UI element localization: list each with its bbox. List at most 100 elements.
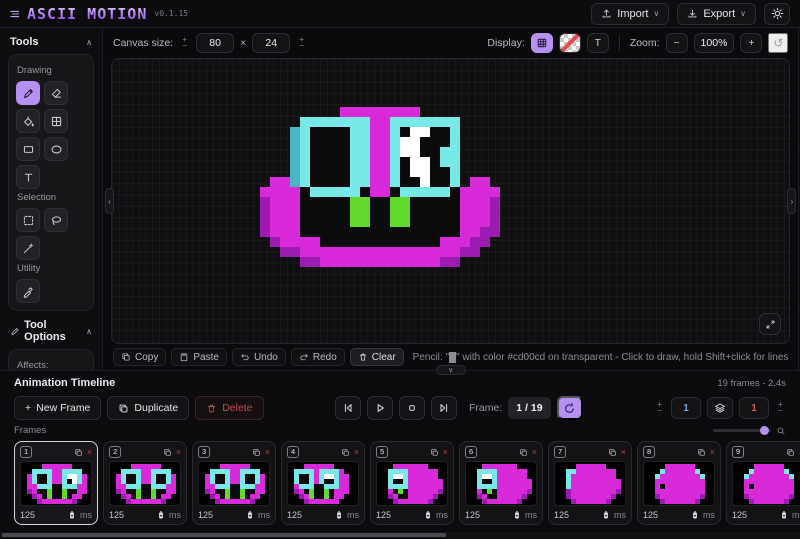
last-frame-button[interactable] [431,396,457,420]
duration-timer-icon[interactable] [334,509,344,521]
frame-card-3[interactable]: 3×125ms [192,441,276,525]
pencil-tool[interactable] [16,81,40,105]
height-stepper[interactable]: +− [296,37,307,49]
text-tool[interactable] [16,165,40,189]
new-frame-button[interactable]: + New Frame [14,396,101,420]
collapse-timeline-handle[interactable]: ∨ [436,365,466,375]
delete-frame-icon[interactable]: × [443,448,448,457]
frame-card-1[interactable]: 1×125ms [14,441,98,525]
frame-duration-input[interactable]: 125 [198,510,213,520]
duration-timer-icon[interactable] [156,509,166,521]
scrollbar-thumb[interactable] [2,533,446,537]
canvas-height-input[interactable]: 24 [252,33,290,53]
frame-duration-input[interactable]: 125 [554,510,569,520]
delete-frame-icon[interactable]: × [87,448,92,457]
transparency-display-toggle[interactable] [559,33,581,53]
eraser-tool[interactable] [44,81,68,105]
frame-card-2[interactable]: 2×125ms [103,441,187,525]
stop-button[interactable] [399,396,425,420]
fill-area-tool[interactable] [44,109,68,133]
zoom-reset-button[interactable]: ↺ [768,33,788,53]
redo-button[interactable]: Redo [291,348,345,366]
onion-prev-count[interactable]: 1 [671,397,701,419]
delete-frame-icon[interactable]: × [532,448,537,457]
frame-thumbnail[interactable] [376,461,448,506]
frame-duration-input[interactable]: 125 [20,510,35,520]
onion-next-count[interactable]: 1 [739,397,769,419]
frame-duration-input[interactable]: 125 [465,510,480,520]
frame-card-9[interactable]: 9×125ms [726,441,800,525]
onion-prev-stepper[interactable]: +− [654,402,665,414]
duplicate-frame-icon[interactable] [74,448,83,457]
export-button[interactable]: Export ∨ [677,3,756,25]
play-button[interactable] [367,396,393,420]
grid-display-toggle[interactable] [531,33,553,53]
duplicate-frame-icon[interactable] [608,448,617,457]
paste-button[interactable]: Paste [171,348,227,366]
width-stepper[interactable]: +− [179,37,190,49]
delete-frame-icon[interactable]: × [710,448,715,457]
ellipse-tool[interactable] [44,137,68,161]
frame-duration-input[interactable]: 125 [376,510,391,520]
frame-duration-input[interactable]: 125 [732,510,747,520]
frame-thumbnail[interactable] [732,461,800,506]
delete-frame-icon[interactable]: × [621,448,626,457]
rectangle-tool[interactable] [16,137,40,161]
zoom-in-button[interactable]: + [740,33,762,53]
frame-card-6[interactable]: 6×125ms [459,441,543,525]
frame-thumbnail[interactable] [554,461,626,506]
frame-duration-input[interactable]: 125 [287,510,302,520]
frame-card-7[interactable]: 7×125ms [548,441,632,525]
drawing-canvas[interactable] [111,58,790,344]
onion-next-stepper[interactable]: +− [775,402,786,414]
first-frame-button[interactable] [335,396,361,420]
delete-frame-icon[interactable]: × [265,448,270,457]
frame-duration-input[interactable]: 125 [109,510,124,520]
duration-timer-icon[interactable] [779,509,789,521]
delete-frame-button[interactable]: Delete [195,396,263,420]
duplicate-frame-icon[interactable] [697,448,706,457]
duplicate-frame-button[interactable]: Duplicate [107,396,189,420]
canvas-width-input[interactable]: 80 [196,33,234,53]
onion-skin-button[interactable] [707,397,733,419]
duration-timer-icon[interactable] [245,509,255,521]
duplicate-frame-icon[interactable] [786,448,795,457]
frames-scrollbar[interactable] [0,532,800,538]
slider-thumb[interactable] [760,426,769,435]
delete-frame-icon[interactable]: × [354,448,359,457]
frame-thumbnail[interactable] [643,461,715,506]
loop-toggle-button[interactable] [557,396,583,420]
frame-card-4[interactable]: 4×125ms [281,441,365,525]
fullscreen-canvas-button[interactable] [759,313,781,335]
eyedropper-tool[interactable] [16,279,40,303]
duration-timer-icon[interactable] [423,509,433,521]
paint-bucket-tool[interactable] [16,109,40,133]
frame-card-8[interactable]: 8×125ms [637,441,721,525]
duplicate-frame-icon[interactable] [341,448,350,457]
duplicate-frame-icon[interactable] [252,448,261,457]
tool-options-header[interactable]: Tool Options ∧ [0,311,102,349]
duplicate-frame-icon[interactable] [519,448,528,457]
import-button[interactable]: Import ∨ [591,3,669,25]
tools-header[interactable]: Tools ∧ [0,28,102,54]
character-display-toggle[interactable]: T [587,33,609,53]
zoom-out-button[interactable]: − [666,33,688,53]
collapse-right-panel-handle[interactable]: › [787,188,796,214]
frame-thumbnail[interactable] [287,461,359,506]
magic-wand-tool[interactable] [16,236,40,260]
clear-button[interactable]: Clear [350,348,404,366]
frame-card-5[interactable]: 5×125ms [370,441,454,525]
duration-timer-icon[interactable] [601,509,611,521]
frame-duration-input[interactable]: 125 [643,510,658,520]
collapse-left-panel-handle[interactable]: ‹ [105,188,114,214]
duplicate-frame-icon[interactable] [430,448,439,457]
duration-timer-icon[interactable] [67,509,77,521]
undo-button[interactable]: Undo [232,348,286,366]
frame-thumbnail[interactable] [20,461,92,506]
frame-thumbnail[interactable] [109,461,181,506]
frame-thumbnail[interactable] [198,461,270,506]
copy-button[interactable]: Copy [113,348,166,366]
frame-size-slider[interactable] [713,429,771,432]
lasso-tool[interactable] [44,208,68,232]
duration-timer-icon[interactable] [512,509,522,521]
